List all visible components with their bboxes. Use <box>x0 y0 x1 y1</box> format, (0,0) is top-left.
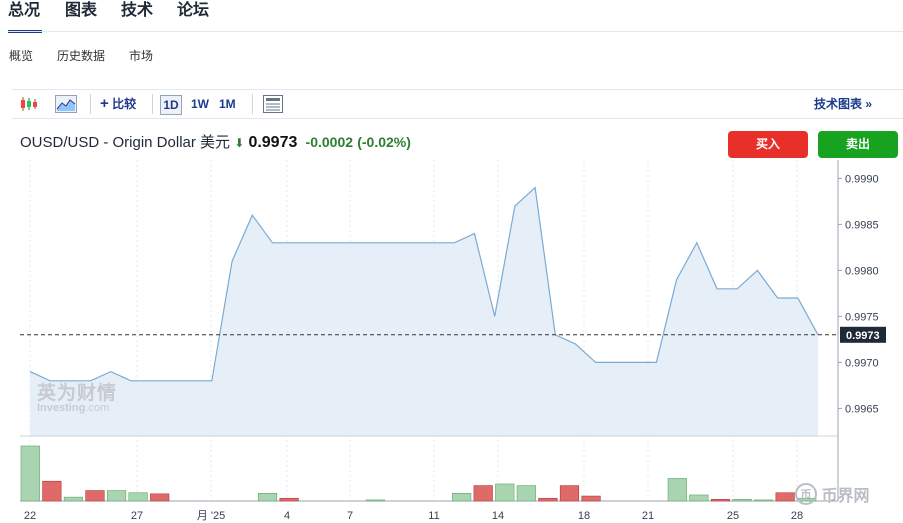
corner-logo: 币 币界网 <box>795 482 869 506</box>
tab-forum[interactable]: 论坛 <box>177 0 209 20</box>
candlestick-icon[interactable] <box>20 96 38 112</box>
x-tick-label: 11 <box>428 510 439 522</box>
volume-bar <box>581 495 601 502</box>
volume-bar <box>710 499 731 502</box>
toolbar-separator <box>152 94 153 114</box>
volume-bar <box>42 480 62 502</box>
volume-bar <box>128 492 148 502</box>
x-tick-label: 月 '25 <box>197 510 225 522</box>
technical-chart-link[interactable]: 技术图表 » <box>814 95 872 113</box>
volume-bar <box>365 499 385 502</box>
tab-technical[interactable]: 技术 <box>121 0 153 20</box>
volume-bar <box>257 492 278 502</box>
tab-divider <box>8 31 903 32</box>
price-area <box>30 187 818 436</box>
volume-bar <box>452 492 472 502</box>
investing-watermark: 英为财情 Investing.com <box>37 384 117 414</box>
x-tick-label: 4 <box>284 510 290 522</box>
volume-bar <box>279 497 299 502</box>
volume-bar <box>689 494 709 502</box>
price-change-percent: (-0.02%) <box>357 134 411 150</box>
x-tick-label: 28 <box>791 510 803 522</box>
coin-icon: 币 <box>795 483 817 505</box>
sell-button[interactable]: 卖出 <box>818 131 898 158</box>
quote-header: OUSD/USD - Origin Dollar 美元 ⬇ 0.9973 -0.… <box>20 131 411 152</box>
y-tick-label: 0.9985 <box>845 219 879 231</box>
current-price-label: 0.9973 <box>846 330 880 342</box>
volume-bar <box>20 445 40 502</box>
y-tick-label: 0.9975 <box>845 311 879 323</box>
watermark-dotcom: .com <box>85 402 110 414</box>
plus-icon: + <box>100 95 109 112</box>
down-arrow-icon: ⬇ <box>234 136 245 150</box>
x-tick-label: 14 <box>492 510 504 522</box>
x-tick-label: 22 <box>24 510 36 522</box>
symbol-name: OUSD/USD - Origin Dollar 美元 <box>20 134 231 151</box>
volume-bar <box>85 490 105 502</box>
volume-bar <box>106 490 127 502</box>
price-change: -0.0002 <box>305 134 354 150</box>
toolbar-separator <box>252 94 253 114</box>
x-tick-label: 21 <box>642 510 654 522</box>
toolbar-separator <box>90 94 91 114</box>
watermark-cn: 英为财情 <box>37 383 118 404</box>
x-tick-label: 18 <box>578 510 590 522</box>
volume-bars <box>20 445 838 502</box>
svg-text:币: 币 <box>801 488 812 501</box>
subtab-markets[interactable]: 市场 <box>129 47 153 64</box>
watermark-en: Investing <box>37 402 86 414</box>
volume-bar <box>753 499 774 502</box>
price-chart[interactable]: 0.9990 0.9985 0.9980 0.9975 0.9970 0.9965 0.9… <box>0 160 903 523</box>
range-1m-button[interactable]: 1M <box>219 95 236 113</box>
volume-bar <box>516 485 536 502</box>
chart-toolbar: + 比较 1D 1W 1M 技术图表 » <box>12 89 903 119</box>
subtab-overview[interactable]: 概览 <box>9 47 33 64</box>
x-tick-label: 25 <box>727 510 739 522</box>
volume-bar <box>63 496 84 502</box>
x-tick-label: 27 <box>131 510 143 522</box>
x-axis: 22 27 月 '25 4 7 11 14 18 21 25 28 <box>24 510 803 522</box>
volume-bar <box>667 478 687 502</box>
range-1w-button[interactable]: 1W <box>191 95 209 113</box>
volume-bar <box>732 499 752 502</box>
y-tick-label: 0.9990 <box>845 173 879 185</box>
volume-bar <box>775 492 795 502</box>
volume-bar <box>538 497 558 502</box>
y-tick-label: 0.9970 <box>845 357 879 369</box>
x-tick-label: 7 <box>347 510 353 522</box>
range-1d-button[interactable]: 1D <box>160 95 182 115</box>
volume-bar <box>495 483 515 502</box>
volume-bar <box>150 493 170 502</box>
last-price: 0.9973 <box>248 134 298 151</box>
y-tick-label: 0.9965 <box>845 403 879 415</box>
y-tick-label: 0.9980 <box>845 265 879 277</box>
volume-bar <box>473 485 493 502</box>
volume-bar <box>559 485 580 502</box>
buy-button[interactable]: 买入 <box>728 131 808 158</box>
tab-charts[interactable]: 图表 <box>65 0 97 20</box>
subtab-history[interactable]: 历史数据 <box>57 47 105 64</box>
compare-button[interactable]: + 比较 <box>100 95 136 113</box>
tab-overview[interactable]: 总况 <box>8 0 40 20</box>
table-icon[interactable] <box>263 95 283 113</box>
area-chart-icon[interactable] <box>55 95 77 113</box>
corner-logo-text: 币界网 <box>821 488 870 505</box>
